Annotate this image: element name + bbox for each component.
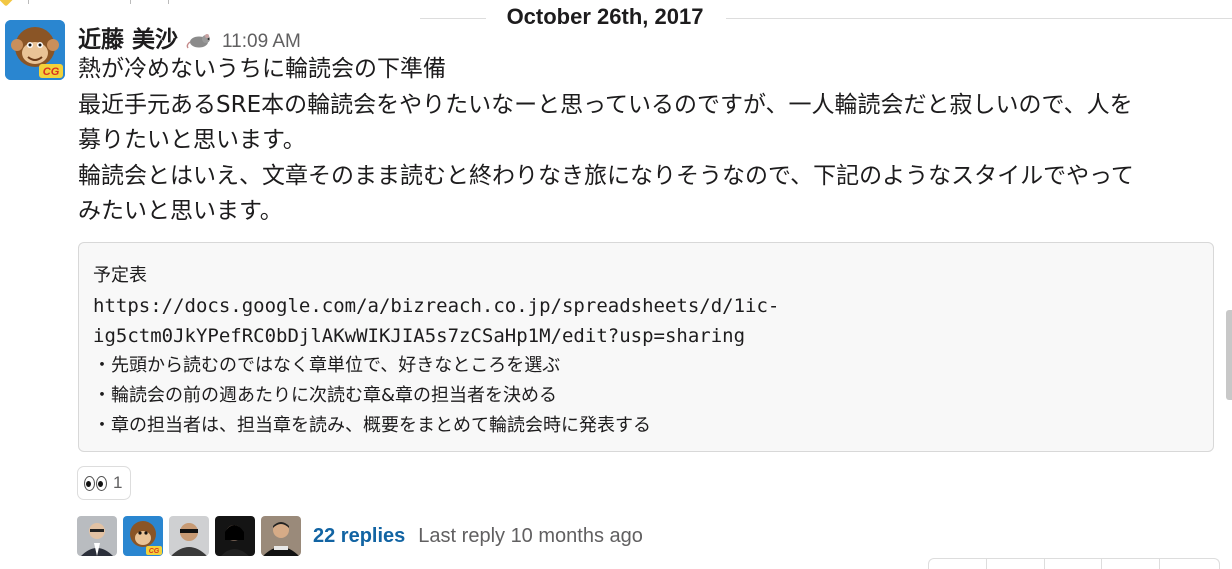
reaction-pill[interactable]: 1 — [77, 466, 132, 500]
sender-name[interactable]: 近藤 美沙 — [78, 20, 178, 54]
message-line: 輪読会とはいえ、文章そのまま読むと終わりなき旅になりそうなので、下記のようなスタ… — [78, 162, 1134, 189]
date-divider-label[interactable]: October 26th, 2017 — [490, 4, 720, 30]
reply-avatar[interactable] — [215, 516, 255, 556]
divider-line-left — [420, 18, 486, 19]
message-line: みたいと思います。 — [78, 198, 283, 224]
message-line: 募りたいと思います。 — [78, 127, 306, 153]
divider-line-right — [726, 18, 1232, 19]
eyes-icon — [84, 475, 107, 491]
reply-avatar[interactable] — [77, 516, 117, 556]
snippet-bullet: ・先頭から読むのではなく章単位で、好きなところを選ぶ — [93, 355, 561, 376]
reply-avatar[interactable]: CG — [123, 516, 163, 556]
message-line: 最近手元あるSRE本の輪読会をやりたいなーと思っているのですが、一人輪読会だと寂… — [78, 91, 1133, 118]
monkey-avatar-image: CG — [5, 20, 65, 80]
last-reply-text: Last reply 10 months ago — [418, 524, 643, 547]
message-timestamp[interactable]: 11:09 AM — [222, 31, 301, 53]
snippet-bullet: ・章の担当者は、担当章を読み、概要をまとめて輪読会時に発表する — [93, 415, 651, 436]
reply-avatar[interactable] — [261, 516, 301, 556]
svg-text:CG: CG — [43, 66, 60, 78]
reply-avatar[interactable] — [169, 516, 209, 556]
snippet-url-line[interactable]: https://docs.google.com/a/bizreach.co.jp… — [93, 291, 1213, 321]
message-line: 熱が冷めないうちに輪読会の下準備 — [78, 56, 446, 82]
thread-replies-link[interactable]: 22 replies — [313, 525, 405, 548]
sender-avatar[interactable]: CG — [5, 20, 65, 80]
message-body: 熱が冷めないうちに輪読会の下準備 最近手元あるSRE本の輪読会をやりたいなーと思… — [78, 52, 1218, 230]
scrollbar-thumb[interactable] — [1226, 310, 1232, 400]
message-header: 近藤 美沙 11:09 AM — [78, 20, 301, 54]
svg-text:CG: CG — [149, 548, 160, 555]
snippet-url-line[interactable]: ig5ctm0JkYPefRC0bDjlAKwWIKJIA5s7zCSaHp1M… — [93, 321, 1213, 351]
reaction-count: 1 — [113, 473, 123, 492]
preformatted-block: 予定表 https://docs.google.com/a/bizreach.c… — [78, 242, 1214, 452]
rat-icon — [186, 31, 212, 49]
thread-summary[interactable]: CG 22 replies Last reply 10 months ago — [77, 516, 643, 556]
snippet-bullet: ・輪読会の前の週あたりに次読む章&章の担当者を決める — [93, 385, 558, 406]
snippet-title: 予定表 — [93, 265, 147, 286]
